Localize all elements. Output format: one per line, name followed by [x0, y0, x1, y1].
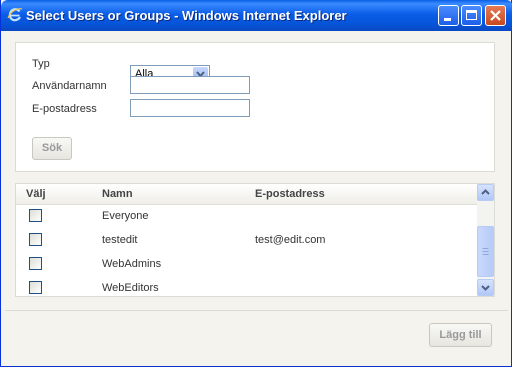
vertical-scrollbar[interactable] [477, 184, 494, 296]
scroll-thumb[interactable] [477, 226, 494, 277]
maximize-icon [466, 10, 477, 20]
minimize-icon [444, 18, 451, 21]
column-header-email: E-postadress [255, 188, 325, 200]
chevron-down-icon [481, 285, 490, 291]
table-row: WebEditors [16, 276, 478, 296]
add-button[interactable]: Lägg till [429, 323, 492, 347]
row-name: testedit [102, 234, 138, 246]
email-label: E-postadress [32, 103, 97, 115]
results-table: Välj Namn E-postadress Everyone testedit… [15, 183, 495, 297]
column-header-select: Välj [26, 188, 46, 200]
row-checkbox[interactable] [29, 281, 42, 294]
table-row: Everyone [16, 204, 478, 228]
ie-icon [7, 8, 23, 22]
dialog-window: Select Users or Groups - Windows Interne… [0, 0, 512, 367]
row-name: Everyone [102, 210, 149, 222]
table-header: Välj Namn E-postadress [16, 184, 478, 205]
maximize-button[interactable] [461, 5, 482, 26]
scroll-up-button[interactable] [477, 184, 494, 201]
close-icon [490, 10, 501, 21]
row-checkbox[interactable] [29, 209, 42, 222]
row-checkbox[interactable] [29, 233, 42, 246]
row-email: test@edit.com [255, 234, 326, 246]
search-form: Typ Alla Användarnamn E-postadress Sök [15, 42, 495, 172]
minimize-button[interactable] [438, 5, 459, 26]
table-row: WebAdmins [16, 252, 478, 276]
type-label: Typ [32, 58, 50, 70]
grip-icon [482, 248, 489, 255]
row-name: WebAdmins [102, 258, 162, 270]
window-title: Select Users or Groups - Windows Interne… [26, 8, 347, 23]
email-input[interactable] [130, 99, 250, 117]
username-label: Användarnamn [32, 80, 107, 92]
title-bar[interactable]: Select Users or Groups - Windows Interne… [1, 0, 512, 31]
row-name: WebEditors [102, 282, 159, 294]
footer-divider [5, 310, 508, 311]
search-button[interactable]: Sök [32, 137, 72, 160]
row-checkbox[interactable] [29, 257, 42, 270]
username-input[interactable] [130, 76, 250, 94]
column-header-name: Namn [102, 188, 133, 200]
scroll-down-button[interactable] [477, 279, 494, 296]
dialog-content: Typ Alla Användarnamn E-postadress Sök V… [5, 31, 508, 363]
close-button[interactable] [485, 5, 506, 26]
chevron-up-icon [481, 189, 490, 195]
table-row: testedit test@edit.com [16, 228, 478, 252]
